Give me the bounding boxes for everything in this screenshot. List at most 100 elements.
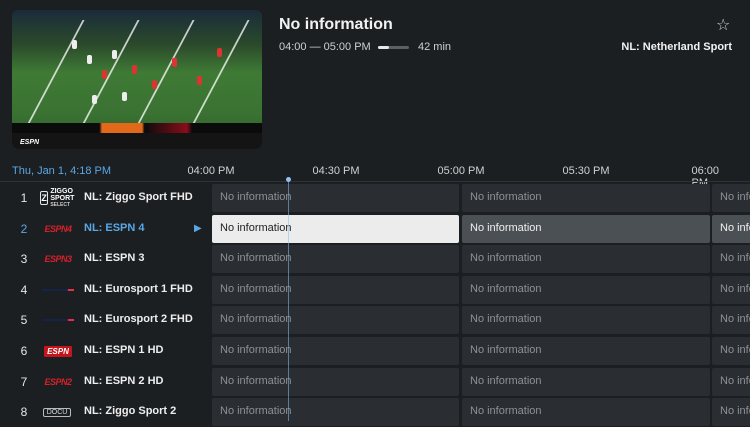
player (152, 80, 157, 89)
program-cell[interactable]: No information (462, 306, 710, 335)
program-cell[interactable]: No information (462, 245, 710, 274)
player (172, 58, 177, 67)
program-time-range: 04:00 — 05:00 PM (279, 41, 371, 53)
program-cell[interactable]: No info (712, 245, 750, 274)
program-duration: 42 min (418, 41, 452, 53)
time-tick: 05:30 PM (562, 165, 610, 177)
channel-logo: ESPN3 (40, 251, 76, 267)
channel-name: NL: ESPN 1 HD (84, 344, 164, 356)
channel-name: NL: Eurosport 1 FHD (84, 282, 193, 295)
score-bug (12, 123, 262, 133)
program-cell[interactable]: No information (212, 398, 459, 427)
channel-logo (40, 312, 76, 328)
time-tick: 05:00 PM (437, 165, 485, 177)
player (112, 50, 117, 59)
channel-name: NL: Eurosport 2 FHD (84, 313, 193, 326)
player (72, 40, 77, 49)
channel-logo: ESPN4 (40, 221, 76, 237)
channel-name: NL: Ziggo Sport FHD (84, 191, 193, 203)
player (122, 92, 127, 101)
channel-number: 6 (20, 344, 28, 358)
channel-logo: DOCU (40, 404, 76, 420)
program-cell[interactable]: No info (712, 184, 750, 212)
play-triangle-icon: ▶ (194, 222, 202, 234)
channel-number: 2 (20, 221, 28, 236)
channel-logo (40, 282, 76, 298)
player (217, 48, 222, 57)
time-tick: 04:30 PM (312, 165, 360, 177)
program-cell[interactable]: No information (462, 337, 710, 365)
player (132, 65, 137, 74)
espn-logo: ESPN3 (44, 254, 72, 265)
program-cell[interactable]: No information (212, 214, 459, 243)
player (197, 76, 202, 85)
espn-logo: ESPN (20, 139, 40, 146)
timeline-divider (0, 181, 750, 182)
tv-logo: DOCU (42, 407, 72, 417)
channel-name: NL: Ziggo Sport 2 (84, 405, 177, 418)
current-datetime: Thu, Jan 1, 4:18 PM (12, 165, 112, 177)
ziggo-subtext: SELECT (50, 201, 71, 208)
channel-number: 8 (20, 405, 28, 420)
channel-logo: ESPN2 (40, 374, 76, 390)
channel-row[interactable]: 1 Z ZIGGO SPORT SELECT NL: Ziggo Sport FHD No… (0, 183, 750, 213)
current-time-line (288, 180, 289, 421)
channel-number: 7 (20, 374, 28, 389)
channel-row[interactable]: 5 NL: Eurosport 2 FHD No information No inf… (0, 305, 750, 335)
time-tick: 04:00 PM (187, 165, 235, 177)
program-cell[interactable]: No information (212, 245, 459, 274)
ziggo-text: ZIGGO SPORT (50, 187, 75, 202)
espn-logo: ESPN2 (44, 376, 72, 387)
channel-number: 1 (20, 191, 28, 205)
player (92, 95, 97, 104)
program-cell[interactable]: No information (462, 275, 710, 304)
channel-row[interactable]: 6 ESPN NL: ESPN 1 HD No information No infor… (0, 336, 750, 366)
espn-logo: ESPN4 (44, 223, 72, 234)
channel-row[interactable]: 2 ESPN4 NL: ESPN 4 ▶ No information No inform… (0, 214, 750, 244)
channel-name: NL: ESPN 2 HD (84, 374, 164, 387)
espn-logo: ESPN (44, 345, 72, 357)
program-cell[interactable]: No information (462, 367, 710, 396)
channel-row[interactable]: 7 ESPN2 NL: ESPN 2 HD No information No info… (0, 367, 750, 397)
eurosport-logo (42, 288, 74, 291)
current-time-marker (286, 177, 291, 182)
channel-row[interactable]: 8 DOCU NL: Ziggo Sport 2 No information No i… (0, 397, 750, 427)
ticker-bar (12, 133, 262, 149)
channel-row[interactable]: 3 ESPN3 NL: ESPN 3 No information No informa… (0, 244, 750, 274)
star-outline-icon[interactable]: ☆ (716, 15, 730, 35)
program-cell[interactable]: No information (212, 367, 459, 396)
program-progress-bar (378, 46, 409, 49)
channel-name: NL: ESPN 4 (84, 221, 145, 234)
eurosport-logo (42, 319, 74, 322)
channel-number: 4 (20, 282, 28, 297)
program-cell[interactable]: No info (712, 367, 750, 396)
player (87, 55, 92, 64)
program-cell[interactable]: No information (212, 306, 459, 335)
program-cell[interactable]: No info (712, 337, 750, 365)
channel-logo: ESPN (40, 343, 76, 359)
program-progress-fill (378, 46, 389, 49)
ziggo-text-block: ZIGGO SPORT SELECT (50, 188, 76, 209)
program-cell[interactable]: No information (462, 398, 710, 427)
channel-row[interactable]: 4 NL: Eurosport 1 FHD No information No inf… (0, 275, 750, 305)
program-cell[interactable]: No info (712, 275, 750, 304)
channel-number: 3 (20, 252, 28, 267)
program-cell[interactable]: No info (712, 398, 750, 427)
field-line (76, 20, 140, 135)
program-cell[interactable]: No info (712, 214, 750, 243)
program-cell[interactable]: No information (212, 275, 459, 304)
field-line (21, 20, 85, 135)
program-cell[interactable]: No information (462, 214, 710, 243)
program-cell[interactable]: No information (212, 184, 459, 212)
current-channel-name: NL: Netherland Sport (621, 41, 732, 53)
program-cell[interactable]: No information (212, 337, 459, 365)
field-line (131, 20, 195, 135)
program-cell[interactable]: No information (462, 184, 710, 212)
program-cell[interactable]: No info (712, 306, 750, 335)
channel-number: 5 (20, 313, 28, 328)
channel-name: NL: ESPN 3 (84, 252, 145, 265)
ziggo-mark: Z (40, 191, 49, 205)
player (102, 70, 107, 79)
field-line (186, 20, 250, 135)
video-preview[interactable]: ESPN (12, 10, 262, 149)
